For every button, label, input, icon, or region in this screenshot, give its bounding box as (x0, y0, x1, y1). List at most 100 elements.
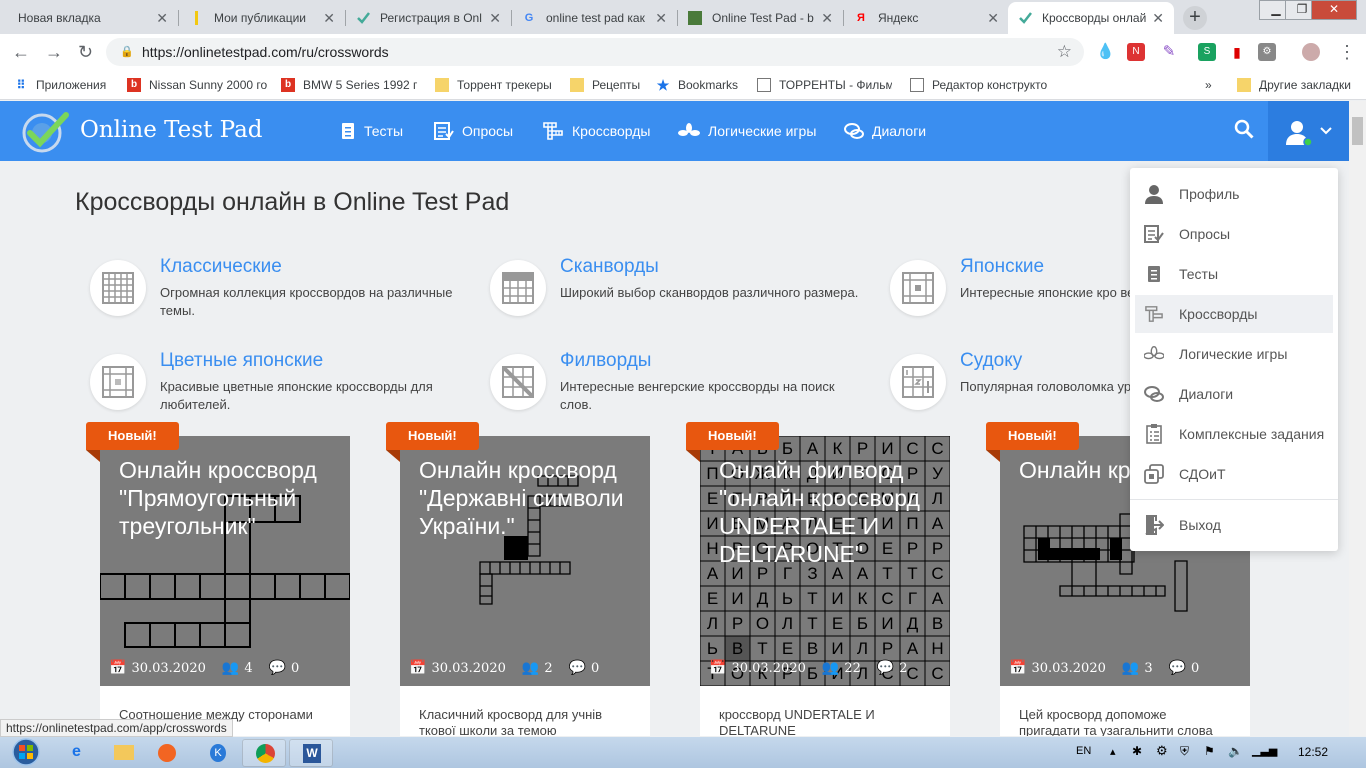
bookmark-apps[interactable]: ⠿ Приложения (14, 70, 114, 100)
bookmark-nissan[interactable]: b Nissan Sunny 2000 го (127, 70, 267, 100)
close-window-button[interactable]: ✕ (1311, 0, 1357, 20)
profile-avatar-icon[interactable] (1302, 43, 1320, 61)
category-classic[interactable]: Классические Огромная коллекция кроссвор… (75, 256, 475, 340)
category-title[interactable]: Цветные японские (160, 350, 323, 372)
menu-item-surveys[interactable]: Опросы (1135, 215, 1333, 253)
shield-icon[interactable]: ⛨ (1180, 744, 1189, 759)
gear-icon[interactable]: ⚙ (1156, 743, 1168, 759)
app-k-icon[interactable]: K (198, 739, 238, 767)
page-scrollbar[interactable] (1349, 101, 1366, 736)
bookmark-recipes[interactable]: Рецепты (570, 70, 650, 100)
menu-dots-icon[interactable]: ⋮ (1338, 42, 1356, 63)
tab-otp-image[interactable]: Online Test Pad - b ✕ (678, 2, 843, 34)
menu-item-complex-tasks[interactable]: Комплексные задания (1135, 415, 1333, 453)
logo-icon[interactable] (18, 109, 72, 155)
volume-icon[interactable]: 🔈 (1228, 744, 1243, 758)
forward-icon[interactable]: → (45, 42, 63, 63)
menu-item-profile[interactable]: Профиль (1135, 175, 1333, 213)
scrollbar-thumb[interactable] (1352, 117, 1363, 145)
clock-time[interactable]: 12:52 (1298, 745, 1328, 759)
tab-registration[interactable]: Регистрация в Onl ✕ (346, 2, 511, 34)
url-input[interactable]: 🔒 https://onlinetestpad.com/ru/crossword… (106, 38, 1084, 66)
category-fillwords[interactable]: Филворды Интересные венгерские кроссворд… (475, 350, 875, 434)
tab-new-tab[interactable]: Новая вкладка ✕ (8, 2, 178, 34)
menu-item-crosswords[interactable]: Кроссворды (1135, 295, 1333, 333)
new-tab-button[interactable]: + (1183, 6, 1207, 30)
nav-tests[interactable]: Тесты (340, 101, 403, 161)
nav-label: Логические игры (708, 123, 817, 139)
new-extension-icon[interactable]: N (1127, 43, 1145, 61)
close-icon[interactable]: ✕ (323, 10, 335, 27)
menu-item-sdoit[interactable]: СДОиТ (1135, 455, 1333, 493)
close-icon[interactable]: ✕ (1152, 10, 1164, 27)
network-icon[interactable]: ▁▃▅ (1252, 744, 1277, 757)
category-scanwords[interactable]: Сканворды Широкий выбор сканвордов разли… (475, 256, 875, 340)
menu-item-logic-games[interactable]: Логические игры (1135, 335, 1333, 373)
bookmark-torrents-films[interactable]: ТОРРЕНТЫ - Фильмь (757, 70, 892, 100)
nav-crosswords[interactable]: Кроссворды (542, 101, 651, 161)
extension-icon[interactable]: S (1198, 43, 1216, 61)
close-icon[interactable]: ✕ (821, 10, 833, 27)
logo-text[interactable]: Online Test Pad (80, 117, 263, 143)
bluetooth-icon[interactable]: ✱ (1132, 744, 1142, 758)
pen-icon[interactable]: ✎ (1160, 43, 1178, 61)
category-title[interactable]: Филворды (560, 350, 651, 372)
close-icon[interactable]: ✕ (987, 10, 999, 27)
new-badge: Новый! (686, 422, 779, 450)
menu-item-logout[interactable]: Выход (1135, 506, 1333, 544)
nav-surveys[interactable]: Опросы (434, 101, 513, 161)
flag-icon[interactable]: ⚑ (1204, 744, 1215, 758)
adblock-off-icon[interactable]: ⚙ (1258, 43, 1276, 61)
close-icon[interactable]: ✕ (489, 10, 501, 27)
tab-crosswords[interactable]: Кроссворды онлай ✕ (1008, 2, 1174, 34)
nav-logic-games[interactable]: Логические игры (678, 101, 816, 161)
more-bookmarks-button[interactable]: » (1205, 70, 1225, 100)
menu-item-tests[interactable]: Тесты (1135, 255, 1333, 293)
bookmark-star-icon[interactable]: ☆ (1057, 38, 1072, 66)
ie-icon[interactable]: e (60, 739, 100, 767)
folder-icon (570, 78, 584, 92)
card-title[interactable]: Онлайн кроссворд "Державні символи Украї… (419, 456, 644, 540)
reload-icon[interactable]: ↻ (78, 42, 93, 63)
badge-fold (86, 450, 100, 462)
word-taskbar-icon[interactable]: W (289, 739, 333, 767)
card-title[interactable]: Онлайн кроссворд "Прямоугольный треуголь… (119, 456, 344, 540)
category-title[interactable]: Классические (160, 256, 282, 278)
close-icon[interactable]: ✕ (156, 10, 168, 27)
nav-dialogs[interactable]: Диалоги (844, 101, 926, 161)
folder-icon[interactable] (104, 739, 144, 767)
fillword-card[interactable]: ТАЬБАКРИССПОЖКДИТСРУЕПРПЕРЕМИЛИВМАЛЕТИПА… (686, 422, 950, 736)
more-bookmarks-label: » (1205, 78, 1212, 92)
card-date: 30.03.2020 (431, 660, 506, 676)
menu-item-dialogs[interactable]: Диалоги (1135, 375, 1333, 413)
chrome-taskbar-icon[interactable] (242, 739, 286, 767)
crossword-card[interactable]: Онлайн кроссворд "Прямоугольный треуголь… (86, 422, 350, 736)
category-title[interactable]: Судоку (960, 350, 1022, 372)
bookmark-other[interactable]: Другие закладки (1237, 70, 1362, 100)
card-title[interactable]: Онлайн филворд "онлайн кроссворд UNDERTA… (719, 456, 944, 568)
tab-yandex[interactable]: Я Яндекс ✕ (844, 2, 1009, 34)
tab-my-publications[interactable]: Мои публикации ✕ (180, 2, 345, 34)
tab-google-search[interactable]: G online test pad как ✕ (512, 2, 677, 34)
back-icon[interactable]: ← (12, 42, 30, 63)
close-icon[interactable]: ✕ (655, 10, 667, 27)
bookmark-ext-icon[interactable]: ▮ (1228, 43, 1246, 61)
crossword-card[interactable]: Онлайн кроссворд "Державні символи Украї… (386, 422, 650, 736)
card-users: 4 (244, 660, 253, 676)
bookmark-bmw[interactable]: b BMW 5 Series 1992 г (281, 70, 421, 100)
bookmark-torrent-trackers[interactable]: Торрент трекеры (435, 70, 560, 100)
category-title[interactable]: Сканворды (560, 256, 659, 278)
drop-icon[interactable]: 💧 (1096, 43, 1115, 61)
tab-title: online test pad как (546, 11, 645, 25)
media-player-icon[interactable] (148, 739, 188, 767)
bookmark-editor[interactable]: Редактор конструкто (910, 70, 1080, 100)
language-indicator[interactable]: EN (1076, 745, 1091, 757)
tab-title: Яндекс (878, 11, 919, 25)
windows-start-icon[interactable] (6, 737, 46, 768)
search-icon[interactable] (1234, 119, 1254, 139)
user-menu-button[interactable] (1268, 101, 1349, 161)
category-title[interactable]: Японские (960, 256, 1044, 278)
tray-chevron-icon[interactable]: ▴ (1110, 745, 1116, 758)
bookmark-bookmarks[interactable]: ★ Bookmarks (656, 70, 746, 100)
tests-icon (1144, 264, 1164, 284)
